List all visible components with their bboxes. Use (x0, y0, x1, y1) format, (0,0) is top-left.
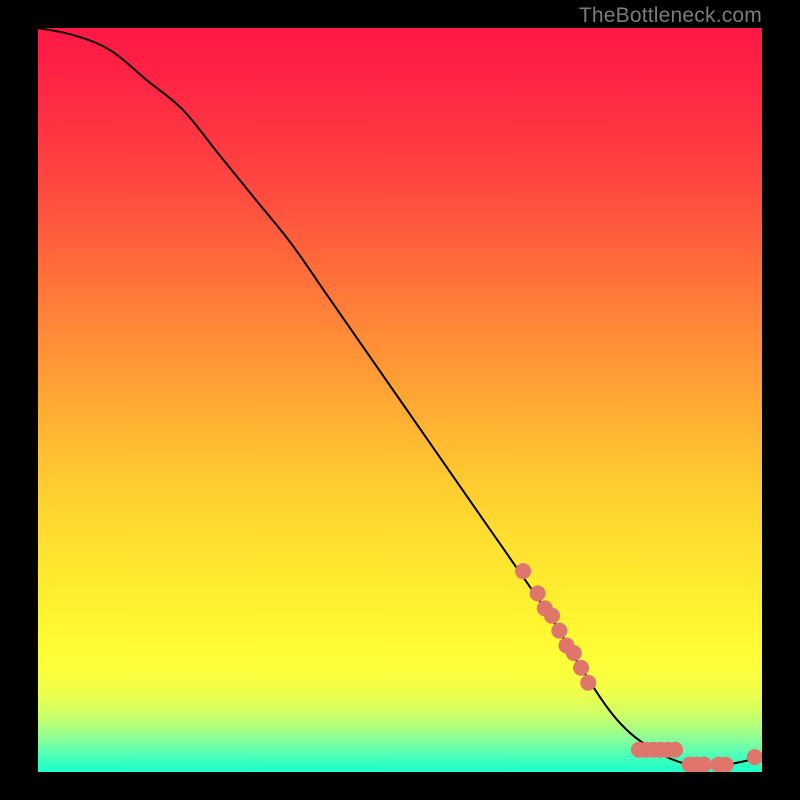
data-marker (718, 757, 734, 772)
data-marker (667, 742, 683, 758)
data-marker (747, 749, 762, 765)
chart-stage: TheBottleneck.com (0, 0, 800, 800)
data-marker (573, 660, 589, 676)
plot-area (38, 28, 762, 772)
data-marker (580, 675, 596, 691)
data-marker (544, 608, 560, 624)
data-marker (696, 757, 712, 772)
bottleneck-curve (38, 28, 762, 766)
watermark-text: TheBottleneck.com (579, 4, 762, 28)
curve-layer (38, 28, 762, 772)
data-marker (530, 585, 546, 601)
data-marker (515, 563, 531, 579)
data-marker (551, 623, 567, 639)
data-marker (566, 645, 582, 661)
